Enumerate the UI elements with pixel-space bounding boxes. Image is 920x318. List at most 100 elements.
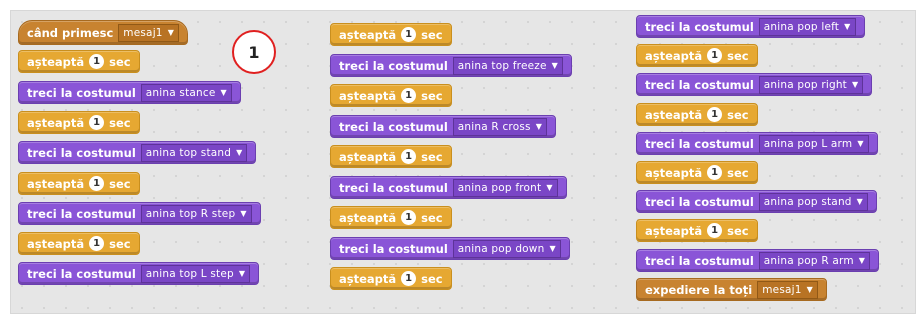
switch-costume-block[interactable]: treci la costumul anina pop front ▼ bbox=[330, 176, 567, 199]
costume-dropdown[interactable]: anina top freeze ▼ bbox=[452, 56, 564, 75]
broadcast-block[interactable]: expediere la toți mesaj1 ▼ bbox=[636, 278, 828, 301]
block-label: așteaptă bbox=[645, 165, 703, 180]
chevron-down-icon: ▼ bbox=[220, 88, 227, 97]
switch-costume-block[interactable]: treci la costumul anina pop R arm ▼ bbox=[636, 249, 880, 272]
costume-dropdown[interactable]: anina top R step ▼ bbox=[140, 204, 252, 223]
number-input[interactable]: 1 bbox=[707, 48, 723, 63]
unit-label: sec bbox=[421, 27, 443, 42]
costume-dropdown[interactable]: anina R cross ▼ bbox=[452, 117, 548, 136]
number-input[interactable]: 1 bbox=[401, 149, 417, 164]
costume-dropdown[interactable]: anina pop left ▼ bbox=[758, 17, 856, 36]
block-label: treci la costumul bbox=[645, 253, 754, 268]
unit-label: sec bbox=[727, 165, 749, 180]
switch-costume-block[interactable]: treci la costumul anina R cross ▼ bbox=[330, 115, 557, 138]
number-input[interactable]: 1 bbox=[89, 115, 105, 130]
wait-block[interactable]: așteaptă 1 sec bbox=[330, 23, 452, 46]
chevron-down-icon: ▼ bbox=[238, 269, 246, 278]
number-input[interactable]: 1 bbox=[707, 107, 723, 122]
number-input[interactable]: 1 bbox=[401, 27, 417, 42]
block-label: treci la costumul bbox=[645, 194, 754, 209]
block-label: așteaptă bbox=[27, 54, 85, 69]
wait-block[interactable]: așteaptă 1 sec bbox=[330, 267, 452, 290]
chevron-down-icon: ▼ bbox=[857, 139, 864, 148]
block-label: așteaptă bbox=[27, 176, 85, 191]
wait-block[interactable]: așteaptă 1 sec bbox=[636, 103, 758, 126]
switch-costume-block[interactable]: treci la costumul anina pop down ▼ bbox=[330, 237, 570, 260]
block-label: treci la costumul bbox=[27, 206, 136, 221]
wait-block[interactable]: așteaptă 1 sec bbox=[330, 84, 452, 107]
switch-costume-block[interactable]: treci la costumul anina pop L arm ▼ bbox=[636, 132, 878, 155]
message-dropdown[interactable]: mesaj1 ▼ bbox=[757, 280, 819, 299]
dropdown-value: anina top freeze bbox=[457, 59, 547, 72]
number-input[interactable]: 1 bbox=[89, 236, 105, 251]
block-label: așteaptă bbox=[27, 115, 85, 130]
number-input[interactable]: 1 bbox=[401, 88, 417, 103]
wait-block[interactable]: așteaptă 1 sec bbox=[18, 111, 140, 134]
chevron-down-icon: ▼ bbox=[844, 22, 851, 31]
costume-dropdown[interactable]: anina top L step ▼ bbox=[140, 264, 251, 283]
block-label: treci la costumul bbox=[339, 58, 448, 73]
block-label: când primesc bbox=[27, 25, 114, 40]
dropdown-value: anina pop R arm bbox=[763, 254, 854, 267]
chevron-down-icon: ▼ bbox=[240, 209, 247, 218]
unit-label: sec bbox=[421, 271, 443, 286]
block-label: așteaptă bbox=[339, 149, 397, 164]
costume-dropdown[interactable]: anina pop right ▼ bbox=[758, 75, 864, 94]
block-label: treci la costumul bbox=[645, 136, 754, 151]
switch-costume-block[interactable]: treci la costumul anina top freeze ▼ bbox=[330, 54, 573, 77]
wait-block[interactable]: așteaptă 1 sec bbox=[330, 145, 452, 168]
chevron-down-icon: ▼ bbox=[549, 244, 556, 253]
costume-dropdown[interactable]: anina pop front ▼ bbox=[452, 178, 558, 197]
unit-label: sec bbox=[109, 236, 131, 251]
chevron-down-icon: ▼ bbox=[856, 197, 864, 206]
number-input[interactable]: 1 bbox=[401, 210, 417, 225]
costume-dropdown[interactable]: anina pop down ▼ bbox=[452, 239, 561, 258]
dropdown-value: anina pop L arm bbox=[763, 137, 853, 150]
chevron-down-icon: ▼ bbox=[852, 80, 859, 89]
switch-costume-block[interactable]: treci la costumul anina pop right ▼ bbox=[636, 73, 873, 96]
number-input[interactable]: 1 bbox=[89, 176, 105, 191]
dropdown-value: anina top R step bbox=[145, 207, 236, 220]
switch-costume-block[interactable]: treci la costumul anina pop stand ▼ bbox=[636, 190, 878, 213]
switch-costume-block[interactable]: treci la costumul anina stance ▼ bbox=[18, 81, 241, 104]
block-label: treci la costumul bbox=[27, 266, 136, 281]
switch-costume-block[interactable]: treci la costumul anina top L step ▼ bbox=[18, 262, 260, 285]
unit-label: sec bbox=[727, 223, 749, 238]
message-dropdown[interactable]: mesaj1 ▼ bbox=[118, 23, 180, 42]
number-input[interactable]: 1 bbox=[707, 165, 723, 180]
costume-dropdown[interactable]: anina top stand ▼ bbox=[140, 143, 248, 162]
block-label: treci la costumul bbox=[645, 77, 754, 92]
chevron-down-icon: ▼ bbox=[806, 285, 814, 294]
switch-costume-block[interactable]: treci la costumul anina top R step ▼ bbox=[18, 202, 261, 225]
switch-costume-block[interactable]: treci la costumul anina pop left ▼ bbox=[636, 15, 865, 38]
dropdown-value: anina pop right bbox=[763, 78, 847, 91]
unit-label: sec bbox=[421, 88, 443, 103]
chevron-down-icon: ▼ bbox=[535, 122, 543, 131]
switch-costume-block[interactable]: treci la costumul anina top stand ▼ bbox=[18, 141, 257, 164]
wait-block[interactable]: așteaptă 1 sec bbox=[330, 206, 452, 229]
costume-dropdown[interactable]: anina stance ▼ bbox=[140, 83, 232, 102]
wait-block[interactable]: așteaptă 1 sec bbox=[18, 232, 140, 255]
wait-block[interactable]: așteaptă 1 sec bbox=[636, 44, 758, 67]
costume-dropdown[interactable]: anina pop stand ▼ bbox=[758, 192, 869, 211]
wait-block[interactable]: așteaptă 1 sec bbox=[636, 161, 758, 184]
number-input[interactable]: 1 bbox=[89, 54, 105, 69]
number-input[interactable]: 1 bbox=[401, 271, 417, 286]
wait-block[interactable]: așteaptă 1 sec bbox=[18, 172, 140, 195]
dropdown-value: anina stance bbox=[145, 86, 216, 99]
block-label: treci la costumul bbox=[27, 145, 136, 160]
costume-dropdown[interactable]: anina pop R arm ▼ bbox=[758, 251, 871, 270]
chevron-down-icon: ▼ bbox=[551, 61, 559, 70]
when-receive-hat-block[interactable]: când primesc mesaj1 ▼ bbox=[18, 20, 189, 45]
dropdown-value: mesaj1 bbox=[123, 26, 163, 39]
wait-block[interactable]: așteaptă 1 sec bbox=[18, 50, 140, 73]
wait-block[interactable]: așteaptă 1 sec bbox=[636, 219, 758, 242]
block-label: așteaptă bbox=[339, 27, 397, 42]
number-input[interactable]: 1 bbox=[707, 223, 723, 238]
costume-dropdown[interactable]: anina pop L arm ▼ bbox=[758, 134, 869, 153]
dropdown-value: mesaj1 bbox=[762, 283, 802, 296]
block-label: treci la costumul bbox=[339, 180, 448, 195]
dropdown-value: anina R cross bbox=[457, 120, 531, 133]
annotation-number: 1 bbox=[232, 30, 276, 74]
chevron-down-icon: ▼ bbox=[167, 28, 175, 37]
